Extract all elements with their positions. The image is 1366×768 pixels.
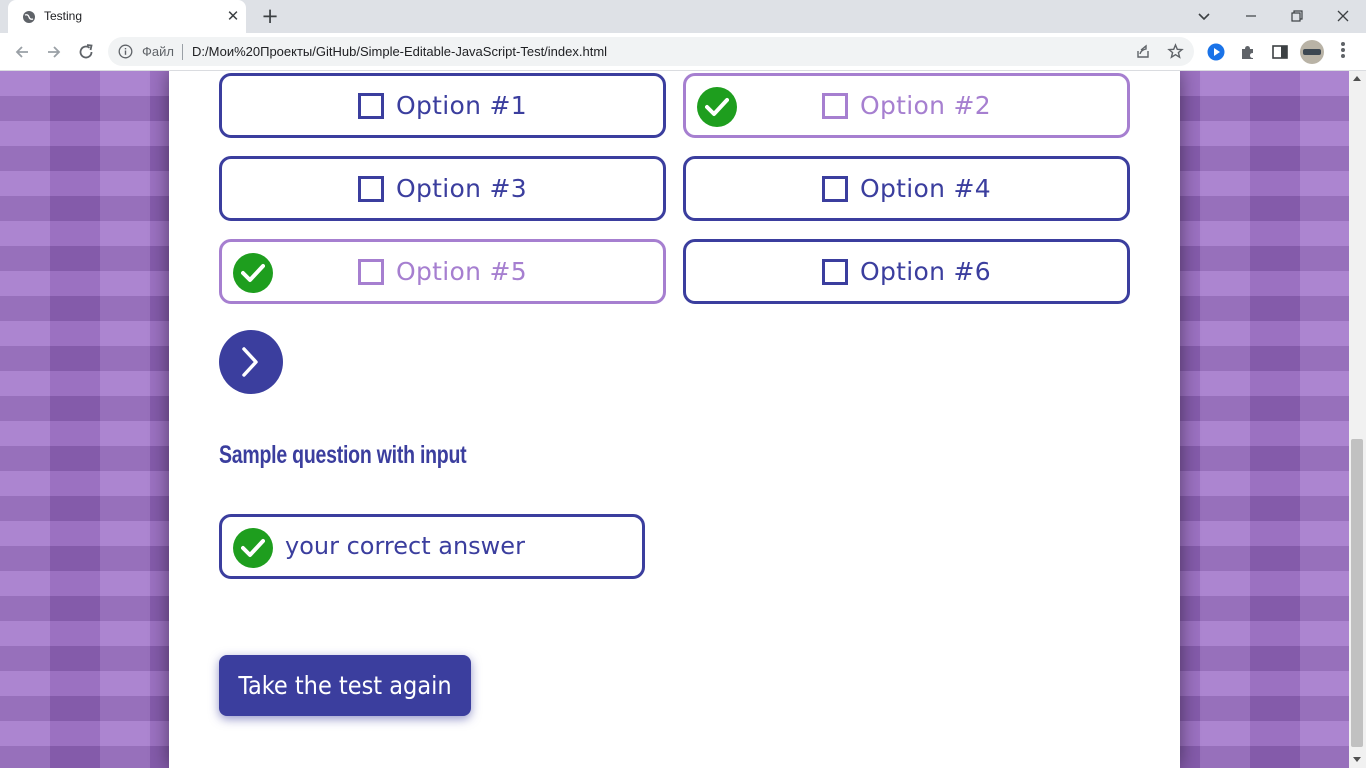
scroll-down-icon[interactable]: [1353, 757, 1361, 762]
option-1[interactable]: Option #1: [219, 73, 666, 138]
answer-input[interactable]: your correct answer: [219, 514, 645, 579]
back-icon[interactable]: [10, 40, 34, 64]
option-label: Option #6: [860, 257, 991, 286]
checkbox[interactable]: [358, 92, 385, 119]
option-5[interactable]: Option #5: [219, 239, 666, 304]
option-label: Option #1: [396, 91, 527, 120]
avatar[interactable]: [1300, 40, 1324, 64]
close-icon[interactable]: [1331, 4, 1355, 28]
browser-tab[interactable]: Testing ✕: [8, 0, 246, 33]
menu-icon[interactable]: [1340, 42, 1346, 62]
page-scrollbar[interactable]: [1349, 71, 1366, 768]
option-label: Option #2: [860, 91, 991, 120]
url-text[interactable]: D:/Мои%20Проекты/GitHub/Simple-Editable-…: [192, 44, 607, 59]
chevron-down-icon[interactable]: [1192, 4, 1216, 28]
option-label: Option #4: [860, 174, 991, 203]
scrollbar-thumb[interactable]: [1351, 439, 1363, 747]
star-icon[interactable]: [1167, 43, 1184, 60]
address-separator: [182, 44, 183, 60]
tab-strip: Testing ✕ +: [0, 0, 1366, 33]
tab-title: Testing: [44, 9, 83, 23]
sidepanel-icon[interactable]: [1270, 42, 1290, 62]
address-bar[interactable]: Файл D:/Мои%20Проекты/GitHub/Simple-Edit…: [108, 37, 1194, 66]
file-scheme-label: Файл: [142, 44, 174, 59]
checkbox[interactable]: [358, 175, 385, 202]
new-tab-button[interactable]: +: [258, 5, 282, 29]
answer-value[interactable]: your correct answer: [285, 532, 525, 560]
option-4[interactable]: Option #4: [683, 156, 1130, 221]
quiz-container: Option #1 Option #2 Option #3 Option #4: [169, 71, 1180, 768]
share-icon[interactable]: [1135, 43, 1152, 60]
minimize-icon[interactable]: [1239, 4, 1263, 28]
forward-icon[interactable]: [42, 40, 66, 64]
browser-toolbar: Файл D:/Мои%20Проекты/GitHub/Simple-Edit…: [0, 33, 1366, 71]
restore-icon[interactable]: [1285, 4, 1309, 28]
option-3[interactable]: Option #3: [219, 156, 666, 221]
puzzle-icon[interactable]: [1238, 42, 1258, 62]
option-label: Option #5: [396, 257, 527, 286]
option-6[interactable]: Option #6: [683, 239, 1130, 304]
extension-icon[interactable]: [1206, 42, 1226, 62]
option-2[interactable]: Option #2: [683, 73, 1130, 138]
question-title: Sample question with input: [219, 441, 467, 469]
checkbox[interactable]: [822, 92, 849, 119]
page-background: Option #1 Option #2 Option #3 Option #4: [0, 71, 1349, 768]
checkbox[interactable]: [358, 258, 385, 285]
correct-check-icon: [233, 528, 273, 568]
option-label: Option #3: [396, 174, 527, 203]
checkbox[interactable]: [822, 258, 849, 285]
next-button[interactable]: [219, 330, 283, 394]
info-icon[interactable]: [118, 44, 133, 59]
scroll-up-icon[interactable]: [1353, 76, 1361, 81]
chevron-right-icon: [242, 347, 258, 377]
globe-icon: [23, 11, 35, 23]
retake-test-button[interactable]: Take the test again: [219, 655, 471, 716]
checkbox[interactable]: [822, 175, 849, 202]
tab-close-icon[interactable]: ✕: [224, 7, 242, 25]
reload-icon[interactable]: [74, 40, 98, 64]
